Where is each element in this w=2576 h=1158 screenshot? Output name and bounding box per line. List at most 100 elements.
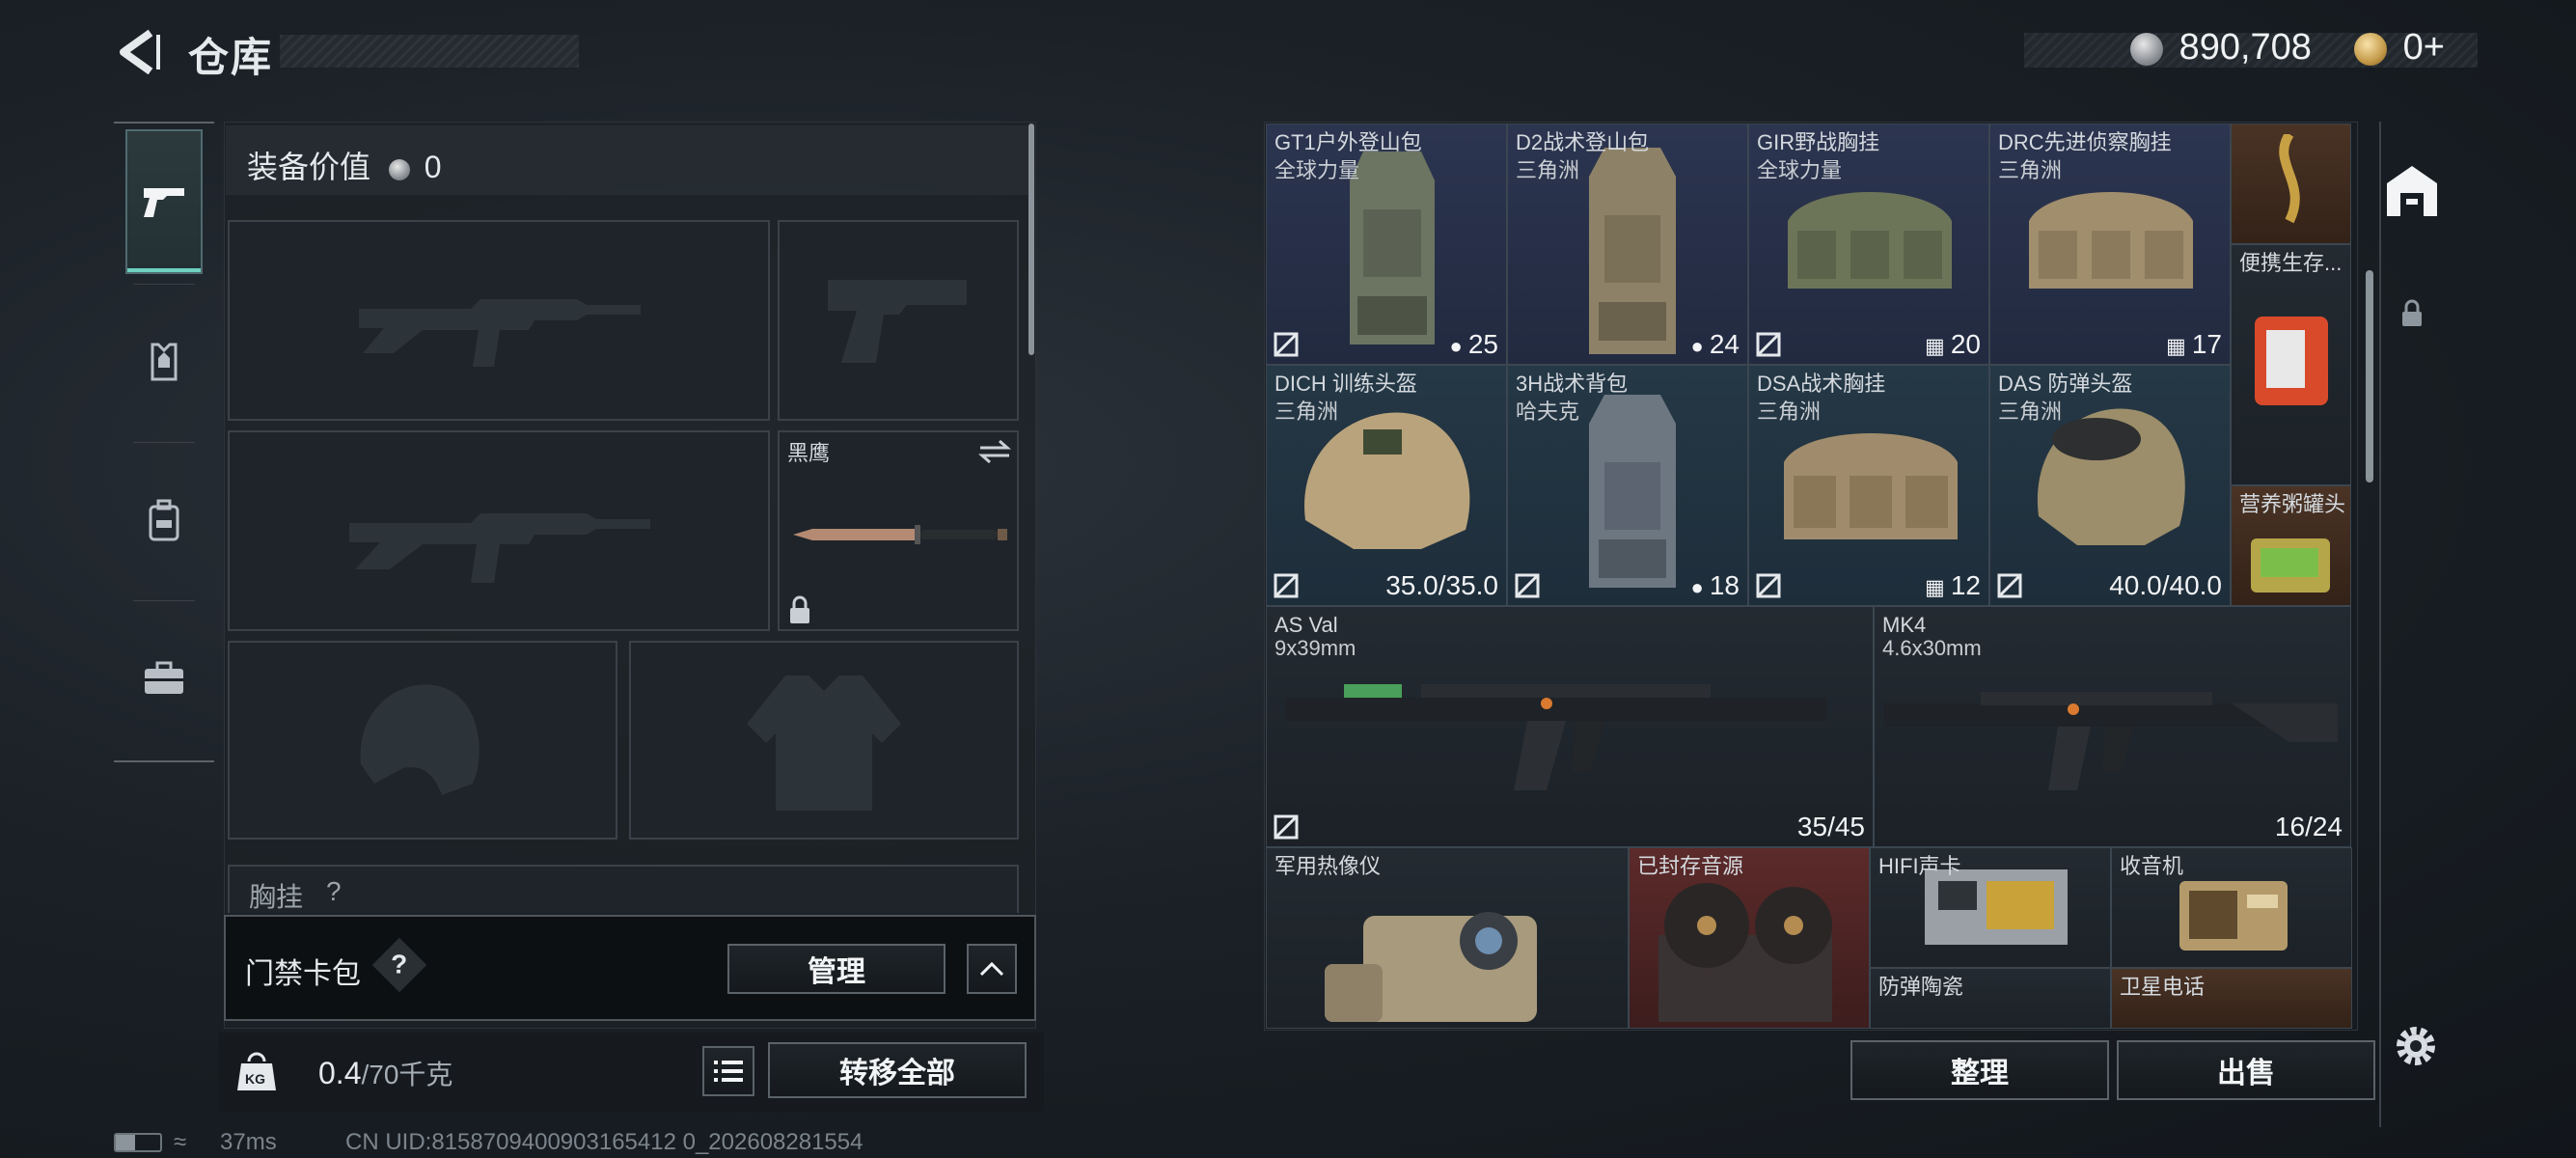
expand-button[interactable] [967, 944, 1017, 994]
gear-value: 0 [424, 150, 442, 184]
stash-item[interactable]: HIFI声卡 [1870, 847, 2111, 968]
stash-item[interactable]: DRC先进侦察胸挂 三角洲 ▦ 17 [1989, 124, 2231, 365]
no-insure-icon [1756, 573, 1781, 598]
primary-weapon-slot[interactable] [228, 220, 770, 421]
uid-text: CN UID:8158709400903165412 0_20260828155… [345, 1129, 863, 1155]
tab-backpack[interactable] [125, 448, 203, 593]
secondary-weapon-slot[interactable] [228, 430, 770, 631]
stash-item[interactable]: 3H战术背包 哈夫克 ● 18 [1507, 365, 1748, 606]
silver-currency: 890,708 [2130, 27, 2312, 69]
list-view-button[interactable] [702, 1046, 754, 1096]
transfer-all-button[interactable]: 转移全部 [768, 1042, 1027, 1098]
gear-value-row: 装备价值 0 [247, 143, 442, 187]
armor-vest-icon [151, 343, 178, 381]
swap-icon[interactable] [978, 438, 1011, 465]
no-insure-icon [1274, 814, 1299, 840]
stash-item[interactable]: 军用热像仪 [1266, 847, 1629, 1029]
backpack-icon [1589, 148, 1676, 354]
sidearm-slot[interactable] [778, 220, 1019, 421]
gear-value-label: 装备价值 [247, 150, 371, 184]
right-rail-line [2379, 122, 2381, 1127]
reel-tape-icon [1658, 883, 1832, 1022]
sell-button[interactable]: 出售 [2117, 1040, 2375, 1100]
help-icon-text: ? [391, 949, 408, 979]
stash-item[interactable]: 收音机 [2111, 847, 2352, 968]
backpack-icon [1589, 395, 1676, 588]
chest-label: 胸挂 [249, 882, 304, 912]
gold-chain-icon [2279, 134, 2300, 224]
keycard-bar: 门禁卡包 ? 管理 [224, 915, 1036, 1021]
gold-currency[interactable]: 0+ [2354, 27, 2445, 69]
helmet-slot[interactable] [228, 641, 617, 840]
thermal-imager-icon [1325, 912, 1537, 1022]
ping-text: 37ms [220, 1129, 277, 1155]
stash-item[interactable]: D2战术登山包 三角洲 ● 24 [1507, 124, 1748, 365]
stash-item[interactable]: 防弹陶瓷 [1870, 968, 2111, 1029]
chevron-up-icon [979, 961, 1004, 977]
tab-weapons[interactable] [125, 129, 203, 274]
no-insure-icon [1756, 332, 1781, 357]
stash-item[interactable]: GIR野战胸挂 全球力量 ▦ 20 [1748, 124, 1989, 365]
gold-amount: 0+ [2402, 27, 2445, 68]
knife-icon [793, 525, 1007, 544]
melee-slot[interactable]: 黑鹰 [778, 430, 1019, 631]
gold-coin-icon [2354, 32, 2387, 66]
battery-icon [114, 1133, 162, 1152]
chest-rig-icon [2029, 192, 2193, 289]
weight-current: 0.4 [318, 1056, 362, 1090]
stash-item[interactable]: AS Val 9x39mm 35/45 [1266, 606, 1874, 847]
warehouse-icon [2387, 166, 2437, 216]
chest-rig-icon [1788, 192, 1952, 289]
helmet-icon [1304, 412, 1470, 549]
stash-item[interactable]: DAS 防弹头盔 三角洲 40.0/40.0 [1989, 365, 2231, 606]
survival-kit-icon [2255, 317, 2328, 405]
help-icon[interactable]: ? [371, 937, 427, 993]
chest-rig-slot[interactable]: 胸挂 ? [228, 865, 1019, 913]
weight-icon-text: KG [245, 1071, 265, 1087]
stash-item[interactable]: DSA战术胸挂 三角洲 ▦ 12 [1748, 365, 1989, 606]
rifle-icon [1286, 684, 1826, 790]
no-insure-icon [1274, 332, 1299, 357]
weight-max: /70千克 [361, 1060, 453, 1089]
no-insure-icon [1997, 573, 2022, 598]
page-title: 仓库 [188, 35, 274, 80]
tab-toolbox[interactable] [125, 606, 203, 751]
rifle-icon [1884, 692, 2338, 790]
toolbox-icon [145, 661, 183, 694]
stash-item[interactable]: 卫星电话 [2111, 968, 2352, 1029]
weight-readout: 0.4/70千克 [318, 1054, 452, 1092]
lock-icon [790, 595, 809, 623]
stash-home-button[interactable] [2383, 162, 2441, 220]
keycard-label: 门禁卡包 [245, 958, 361, 990]
no-insure-icon [1515, 573, 1540, 598]
tab-armor[interactable] [125, 290, 203, 434]
lock-icon [2402, 299, 2422, 326]
vest-icon: ▦ [1925, 575, 1945, 599]
melee-name: 黑鹰 [787, 441, 831, 465]
stash-item[interactable]: GT1户外登山包 全球力量 ● 25 [1266, 124, 1507, 365]
settings-button[interactable] [2391, 1021, 2441, 1071]
stash-item[interactable]: 便携生存... [2231, 244, 2351, 485]
capacity-icon: ● [1690, 575, 1704, 599]
back-button[interactable] [114, 27, 162, 77]
pistol-icon [144, 188, 184, 217]
chest-rig-icon [1784, 433, 1958, 539]
silver-coin-icon [388, 158, 410, 180]
stash-item[interactable]: 营养粥罐头 [2231, 485, 2351, 606]
back-arrow-icon [120, 29, 160, 75]
stash-scrollbar[interactable] [2366, 270, 2373, 482]
stash-item[interactable] [2231, 124, 2351, 244]
title-decoration [280, 35, 579, 68]
stash-grid: GT1户外登山包 全球力量 ● 25 D2战术登山包 三角洲 ● 24 GIR野战胸… [1266, 124, 2360, 1029]
stash-item[interactable]: DICH 训练头盔 三角洲 35.0/35.0 [1266, 365, 1507, 606]
rifle-silhouette-icon [359, 299, 641, 367]
loadout-scrollbar[interactable] [1028, 124, 1034, 355]
stash-item[interactable]: 已封存音源 [1629, 847, 1870, 1029]
locked-tab[interactable] [2400, 299, 2424, 328]
body-armor-slot[interactable] [629, 641, 1019, 840]
stash-item[interactable]: MK4 4.6x30mm 16/24 [1874, 606, 2351, 847]
sort-button[interactable]: 整理 [1850, 1040, 2109, 1100]
canned-food-icon [2251, 538, 2330, 593]
manage-button[interactable]: 管理 [727, 944, 945, 994]
rifle-silhouette-icon [349, 513, 650, 583]
